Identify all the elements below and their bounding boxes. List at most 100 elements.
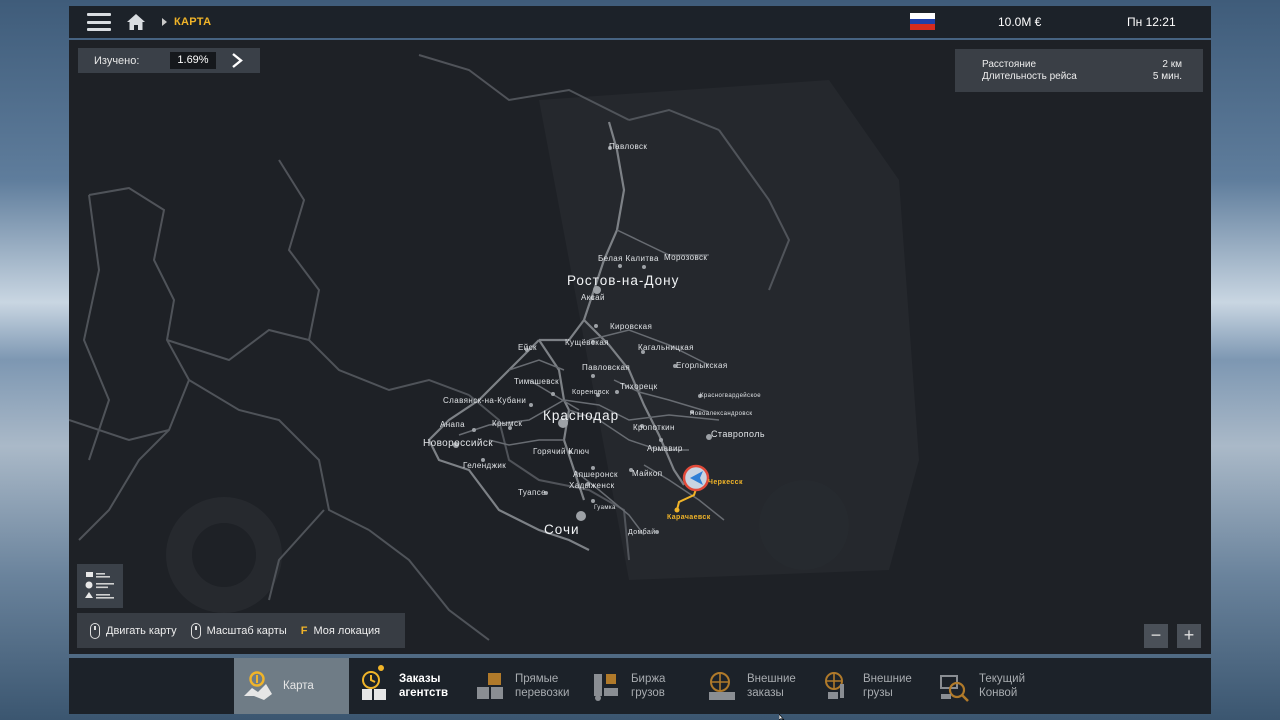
city-label-major: Сочи [544,522,580,537]
tab-label-line: Прямые [515,673,559,685]
city-label: Гуамка [594,505,616,511]
hint-label: Масштаб карты [206,624,287,637]
controls-hint-bar: Двигать карту Масштаб карты F Моя локаци… [77,613,405,648]
convoy-search-icon [940,675,969,702]
city-label: Армавир [647,444,683,453]
tab-freight-market[interactable]: Биржа грузов [582,658,697,714]
legend-list-icon [85,572,114,599]
city-label: Майкоп [632,469,662,478]
city-label: Новороссийск [423,438,493,449]
notification-dot [378,665,384,671]
city-label: Горячий Ключ [533,447,589,456]
city-label-major: Краснодар [543,408,619,423]
hint-move-map: Двигать карту [90,622,177,639]
mouse-cursor-icon [779,714,785,720]
explored-panel: Изучено: 1.69% [78,48,260,73]
tab-external-contracts[interactable]: Внешние заказы [698,658,813,714]
city-label: Кущёвская [565,338,609,347]
money-balance: 10.0M € [998,15,1042,29]
tab-map[interactable]: Карта [234,658,349,714]
city-label: Кировская [610,322,652,331]
city-label: Геленджик [463,461,506,470]
tab-agency-orders[interactable]: Заказы агентств [350,658,465,714]
city-label: Морозовск [664,253,707,262]
city-label-route: Карачаевск [667,514,711,521]
city-label: Аксай [581,293,605,302]
map-area[interactable]: Павловск Белая Калитва Морозовск Аксай К… [69,40,1211,654]
hint-my-location[interactable]: F Моя локация [301,625,380,637]
city-label: Туапсе [518,488,546,497]
tab-direct-transport[interactable]: Прямые перевозки [466,658,581,714]
city-label: Белая Калитва [598,254,659,263]
city-label: Кропоткин [633,423,675,432]
tab-label: Внешние заказы [747,672,796,700]
mouse-icon [90,622,100,639]
tab-label: Карта [283,680,314,692]
clock-crate-icon [362,671,386,700]
tab-label-line: Заказы [399,673,441,685]
tab-label-line: перевозки [515,687,570,699]
city-label-route: Черкесск [708,479,743,486]
map-legend-button[interactable] [77,564,123,608]
duration-label: Длительность рейса [982,71,1077,82]
zoom-in-button[interactable]: + [1177,624,1201,648]
game-clock: Пн 12:21 [1127,15,1176,29]
city-label-major: Ростов-на-Дону [567,273,679,288]
tab-label-line: заказы [747,687,784,699]
explored-label: Изучено: [94,54,140,67]
city-label: Новоалександровск [690,411,752,417]
tab-label-line: Текущий [979,673,1025,685]
map-canvas[interactable]: Павловск Белая Калитва Морозовск Аксай К… [69,40,1211,654]
mouse-icon [190,622,201,639]
tab-external-cargo[interactable]: Внешние грузы [814,658,929,714]
city-label: Егорлыкская [676,361,728,370]
tab-label-line: грузов [631,687,665,699]
chevron-right-icon[interactable] [230,52,244,69]
city-label: Павловск [609,142,647,151]
hint-zoom-map: Масштаб карты [190,622,287,639]
key-f-icon: F [300,624,308,637]
bottom-nav-bar: Карта Заказы агентств Прямые перевозки Б [69,658,1211,714]
city-label: Анапа [440,420,465,429]
boxes-icon [477,673,503,699]
tab-label: Текущий Конвой [979,672,1025,700]
tab-label-line: Конвой [979,687,1018,699]
tab-label: Биржа грузов [631,672,665,700]
city-label: Павловская [582,363,630,372]
city-label: Ейск [518,343,537,352]
city-label: Ставрополь [711,429,765,439]
tab-label: Прямые перевозки [515,672,569,700]
explored-value: 1.69% [170,52,216,69]
tab-label-line: агентств [399,687,449,699]
hint-label: Моя локация [313,624,381,637]
map-pin-icon [244,671,272,700]
city-label: Апшеронск [573,470,618,479]
zoom-out-button[interactable]: − [1144,624,1168,648]
route-info-panel: Расстояние 2 км Длительность рейса 5 мин… [955,49,1203,92]
city-label: Крымск [492,419,522,428]
city-label: Славянск-на-Кубани [443,396,526,405]
country-flag-icon [910,13,935,31]
home-icon[interactable] [126,13,146,31]
city-label: Тихорецк [620,382,658,391]
player-location-marker[interactable] [682,464,710,492]
globe-forklift-icon [825,672,844,699]
distance-label: Расстояние [982,59,1037,70]
city-label: Кагальницкая [638,343,694,352]
distance-value: 2 км [1162,59,1182,70]
forklift-crate-icon [594,674,618,701]
globe-crate-icon [709,672,735,700]
menu-icon[interactable] [87,13,111,31]
city-label: Тимашевск [514,377,559,386]
duration-value: 5 мин. [1152,71,1182,82]
city-label: Красногвардейское [700,392,761,399]
city-label: Домбай [628,528,656,536]
tab-current-convoy[interactable]: Текущий Конвой [930,658,1045,714]
tab-label: Заказы агентств [399,672,448,700]
top-bar: КАРТА 10.0M € Пн 12:21 [69,6,1211,38]
breadcrumb[interactable]: КАРТА [174,16,211,28]
tab-label-line: Внешние [747,673,796,685]
city-label: Хадыженск [569,481,615,490]
breadcrumb-arrow-icon [162,18,167,26]
tab-label-line: Внешние [863,673,912,685]
